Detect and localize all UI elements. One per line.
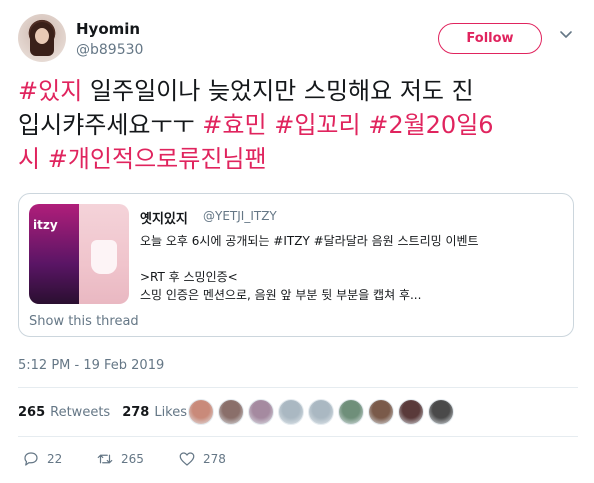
quoted-media-cup	[91, 240, 117, 274]
divider	[18, 387, 578, 388]
liker-avatar[interactable]	[338, 399, 364, 425]
tweet-text-segment: 일주일이나 늦었지만 스밍해요 저도 진	[82, 77, 474, 105]
liker-avatar[interactable]	[428, 399, 454, 425]
author-name[interactable]: Hyomin	[76, 20, 140, 38]
quoted-text-line: 오늘 오후 6시에 공개되는 #ITZY #달라달라 음원 스트리밍 이벤트	[140, 234, 479, 248]
hashtag-link[interactable]: #개인적으로류진님팬	[48, 145, 267, 173]
hashtag-link[interactable]: #2월20일6	[368, 111, 493, 139]
liker-avatars	[188, 399, 458, 425]
reply-count: 22	[47, 452, 63, 466]
retweets-label[interactable]: Retweets	[50, 405, 110, 420]
quoted-media-poster: itzy	[29, 204, 79, 304]
likes-label[interactable]: Likes	[154, 405, 187, 420]
divider	[18, 436, 578, 437]
like-button[interactable]: 278	[178, 449, 226, 469]
liker-avatar[interactable]	[248, 399, 274, 425]
liker-avatar[interactable]	[368, 399, 394, 425]
quoted-text: 오늘 오후 6시에 공개되는 #ITZY #달라달라 음원 스트리밍 이벤트 >…	[140, 232, 560, 304]
quoted-text-line: 스밍 인증은 멘션으로, 음원 앞 부분 뒷 부분을 캡쳐 후...	[140, 288, 422, 302]
liker-avatar[interactable]	[188, 399, 214, 425]
liker-avatar[interactable]	[278, 399, 304, 425]
tweet-timestamp[interactable]: 5:12 PM - 19 Feb 2019	[18, 358, 164, 373]
follow-button[interactable]: Follow	[438, 23, 542, 54]
hashtag-link[interactable]: #입꼬리	[274, 111, 360, 139]
hashtag-link[interactable]: 시	[18, 145, 40, 173]
tweet-header: Hyomin @b89530 Follow	[18, 14, 578, 62]
avatar[interactable]	[18, 14, 66, 62]
reply-icon	[24, 452, 38, 466]
tweet-card: Hyomin @b89530 Follow #있지 일주일이나 늦었지만 스밍해…	[0, 0, 594, 483]
reply-button[interactable]: 22	[22, 449, 62, 469]
tweet-line-1: #있지 일주일이나 늦었지만 스밍해요 저도 진	[18, 74, 578, 108]
retweet-button[interactable]: 265	[96, 449, 144, 469]
tweet-line-2: 입시캬주세요ㅜㅜ #효민 #입꼬리 #2월20일6	[18, 108, 578, 142]
quoted-media[interactable]: itzy	[29, 204, 129, 304]
likes-count[interactable]: 278	[122, 405, 149, 420]
liker-avatar[interactable]	[308, 399, 334, 425]
quoted-text-line: >RT 후 스밍인증<	[140, 270, 238, 284]
author-handle[interactable]: @b89530	[76, 42, 143, 58]
quoted-author-name[interactable]: 옛지있지	[140, 208, 188, 227]
liker-avatar[interactable]	[398, 399, 424, 425]
chevron-down-icon[interactable]	[559, 28, 573, 42]
quoted-text-line	[140, 250, 560, 268]
retweet-count: 265	[121, 452, 144, 466]
quoted-media-photo	[79, 204, 129, 304]
tweet-stats: 265 Retweets 278 Likes	[18, 400, 199, 424]
hashtag-link[interactable]: #효민	[202, 111, 266, 139]
tweet-text: #있지 일주일이나 늦었지만 스밍해요 저도 진 입시캬주세요ㅜㅜ #효민 #입…	[18, 74, 578, 176]
tweet-line-3: 시 #개인적으로류진님팬	[18, 142, 578, 176]
show-thread-link[interactable]: Show this thread	[29, 314, 139, 329]
tweet-text-segment: 입시캬주세요ㅜㅜ	[18, 111, 203, 139]
quoted-media-logo: itzy	[33, 218, 58, 232]
like-count: 278	[203, 452, 226, 466]
liker-avatar[interactable]	[218, 399, 244, 425]
avatar-face	[35, 28, 49, 44]
hashtag-link[interactable]: #있지	[18, 77, 82, 105]
retweet-icon	[97, 454, 113, 464]
quoted-tweet[interactable]: itzy 옛지있지 @YETJI_ITZY 오늘 오후 6시에 공개되는 #IT…	[18, 193, 574, 337]
retweets-count[interactable]: 265	[18, 405, 45, 420]
heart-icon	[179, 452, 195, 466]
quoted-author-handle[interactable]: @YETJI_ITZY	[203, 209, 277, 223]
